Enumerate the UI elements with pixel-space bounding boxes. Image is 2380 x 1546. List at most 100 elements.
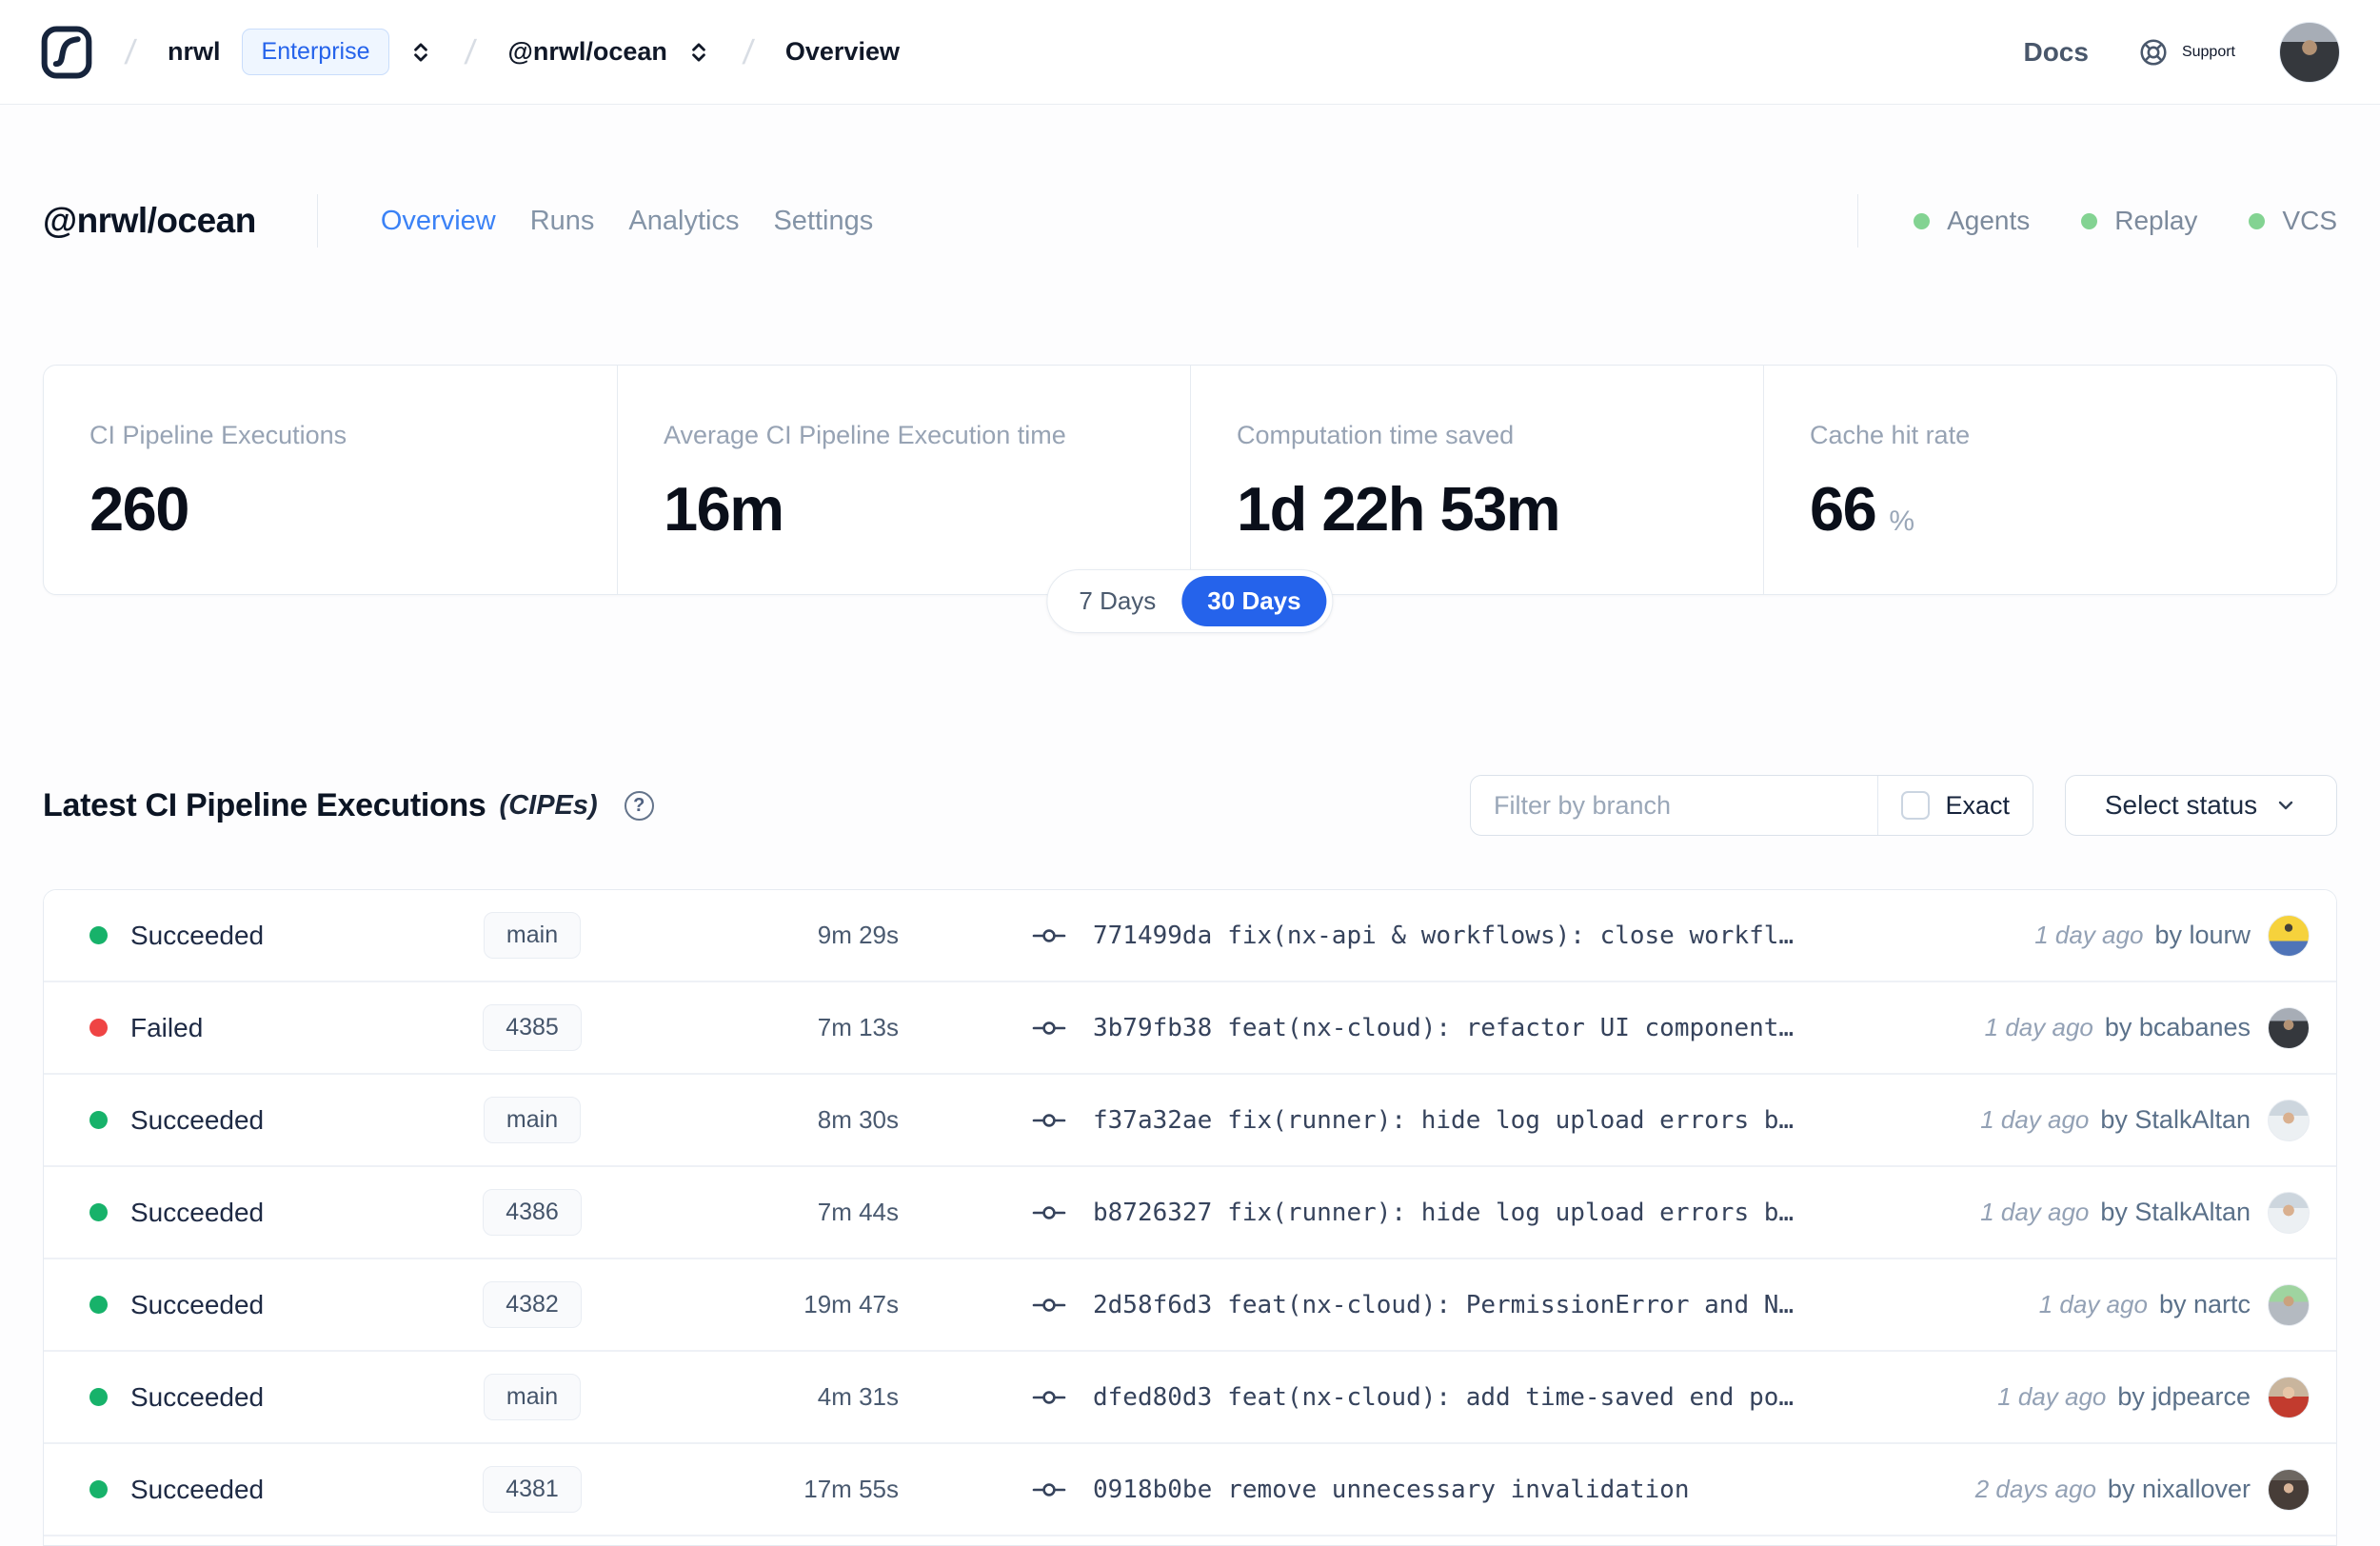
cipe-rows: Succeeded main 9m 29s 771499da fix(nx-ap…	[44, 890, 2336, 1536]
duration: 17m 55s	[803, 1475, 899, 1503]
table-row[interactable]: Succeeded 4386 7m 44s b8726327 fix(runne…	[44, 1167, 2336, 1259]
range-7-days[interactable]: 7 Days	[1053, 576, 1181, 626]
stat-value: 66	[1810, 474, 1877, 544]
workspace-title: @nrwl/ocean	[43, 201, 256, 240]
user-avatar[interactable]	[2279, 21, 2340, 83]
range-30-days[interactable]: 30 Days	[1181, 576, 1327, 626]
branch-cell: 4382	[404, 1281, 661, 1328]
duration: 9m 29s	[817, 921, 899, 949]
commit-message: fix(runner): hide log upload errors b…	[1227, 1198, 1795, 1227]
time-ago: 1 day ago	[1997, 1382, 2107, 1411]
table-row[interactable]: Succeeded main 9m 29s 771499da fix(nx-ap…	[44, 890, 2336, 982]
branch-badge: 4381	[483, 1466, 582, 1513]
branch-badge: 4385	[483, 1004, 582, 1051]
stat-label: Computation time saved	[1237, 421, 1515, 449]
commit-text: b8726327 fix(runner): hide log upload er…	[1093, 1199, 1794, 1227]
commit-hash: 0918b0be	[1093, 1475, 1213, 1504]
tab-runs[interactable]: Runs	[530, 206, 595, 237]
exact-match-toggle[interactable]: Exact	[1878, 776, 2033, 835]
row-meta: 1 day ago by bcabanes	[1985, 1006, 2310, 1049]
date-range-toggle: 7 Days 30 Days	[1046, 569, 1334, 633]
help-icon[interactable]: ?	[624, 790, 654, 821]
support-link[interactable]: Support	[2138, 37, 2235, 68]
service-agents[interactable]: Agents	[1914, 206, 2030, 236]
duration: 19m 47s	[803, 1290, 899, 1318]
commit-hash: dfed80d3	[1093, 1382, 1213, 1412]
status-label: Succeeded	[130, 920, 265, 950]
author: by StalkAltan	[2100, 1105, 2251, 1134]
status-cell: Succeeded	[89, 1382, 404, 1413]
stat-card-time-saved: Computation time saved 1d 22h 53m	[1190, 366, 1763, 594]
row-meta: 1 day ago by nartc	[2039, 1283, 2310, 1326]
breadcrumb-separator: /	[123, 31, 138, 71]
commit-text: 0918b0be remove unnecessary invalidation	[1093, 1476, 1690, 1504]
stat-value: 260	[89, 474, 189, 544]
nx-cloud-logo[interactable]	[40, 23, 93, 82]
tab-overview[interactable]: Overview	[381, 206, 496, 237]
commit-hash: b8726327	[1093, 1198, 1213, 1227]
table-row[interactable]: Failed 4385 7m 13s 3b79fb38 feat(nx-clou…	[44, 982, 2336, 1075]
author: by nartc	[2158, 1290, 2251, 1318]
author: by lourw	[2154, 921, 2251, 949]
cipes-section-header: Latest CI Pipeline Executions (CIPEs) ? …	[43, 774, 2337, 837]
tab-analytics[interactable]: Analytics	[628, 206, 739, 237]
status-label: Succeeded	[130, 1474, 265, 1504]
status-dot-icon	[2081, 212, 2098, 229]
stat-label: CI Pipeline Executions	[89, 421, 347, 449]
org-selector-chevrons-icon[interactable]	[408, 40, 433, 65]
exact-checkbox[interactable]	[1901, 791, 1931, 820]
stat-value: 1d 22h 53m	[1237, 474, 1561, 544]
status-dot	[89, 1388, 108, 1406]
branch-cell: 4386	[404, 1189, 661, 1236]
breadcrumb-workspace[interactable]: @nrwl/ocean	[508, 37, 667, 67]
docs-link[interactable]: Docs	[2023, 37, 2088, 68]
support-label: Support	[2181, 43, 2235, 60]
branch-badge: main	[483, 1374, 582, 1420]
status-cell: Succeeded	[89, 1290, 404, 1320]
time-ago: 1 day ago	[1980, 1198, 2090, 1226]
commit-text: dfed80d3 feat(nx-cloud): add time-saved …	[1093, 1383, 1794, 1412]
status-cell: Succeeded	[89, 921, 404, 951]
avatar	[2268, 1376, 2310, 1418]
duration: 4m 31s	[817, 1382, 899, 1411]
avatar	[2268, 1099, 2310, 1141]
duration: 8m 30s	[817, 1105, 899, 1134]
enterprise-badge[interactable]: Enterprise	[241, 29, 390, 75]
table-row[interactable]: Succeeded main 4m 31s dfed80d3 feat(nx-c…	[44, 1352, 2336, 1444]
status-label: Succeeded	[130, 1104, 265, 1135]
status-select-button[interactable]: Select status	[2065, 775, 2337, 836]
stat-value: 16m	[664, 474, 784, 544]
table-row[interactable]: Succeeded main 8m 30s f37a32ae fix(runne…	[44, 1075, 2336, 1167]
breadcrumb-org[interactable]: nrwl	[168, 37, 221, 67]
branch-cell: main	[404, 1374, 661, 1420]
row-meta: 2 days ago by nixallover	[1975, 1468, 2310, 1511]
author: by jdpearce	[2117, 1382, 2251, 1411]
branch-badge: main	[483, 1097, 582, 1143]
time-ago: 1 day ago	[1980, 1105, 2090, 1134]
chevron-down-icon	[2274, 794, 2297, 817]
commit-text: 2d58f6d3 feat(nx-cloud): PermissionError…	[1093, 1291, 1794, 1319]
service-vcs[interactable]: VCS	[2249, 206, 2337, 236]
lifebuoy-icon	[2138, 37, 2169, 68]
breadcrumb-page: Overview	[784, 37, 900, 66]
avatar	[2268, 1283, 2310, 1326]
git-commit-icon	[1032, 1386, 1066, 1409]
branch-filter-input[interactable]	[1471, 776, 1877, 835]
top-nav: / nrwl Enterprise / @nrwl/ocean / Overvi…	[0, 0, 2380, 105]
status-cell: Succeeded	[89, 1198, 404, 1228]
table-row[interactable]: Succeeded 4381 17m 55s 0918b0be remove u…	[44, 1444, 2336, 1536]
git-commit-icon	[1032, 1478, 1066, 1501]
duration: 7m 13s	[817, 1013, 899, 1041]
status-dot	[89, 1111, 108, 1129]
commit-text: 771499da fix(nx-api & workflows): close …	[1093, 922, 1794, 950]
commit-cell: 771499da fix(nx-api & workflows): close …	[1032, 922, 2015, 950]
git-commit-icon	[1032, 1109, 1066, 1132]
table-row[interactable]: Succeeded 4382 19m 47s 2d58f6d3 feat(nx-…	[44, 1259, 2336, 1352]
tab-settings[interactable]: Settings	[773, 206, 873, 237]
branch-badge: 4386	[483, 1189, 582, 1236]
service-replay[interactable]: Replay	[2081, 206, 2197, 236]
avatar	[2268, 914, 2310, 957]
workspace-selector-chevrons-icon[interactable]	[686, 40, 711, 65]
row-meta: 1 day ago by StalkAltan	[1980, 1191, 2310, 1234]
commit-message: fix(nx-api & workflows): close workfl…	[1227, 921, 1795, 950]
